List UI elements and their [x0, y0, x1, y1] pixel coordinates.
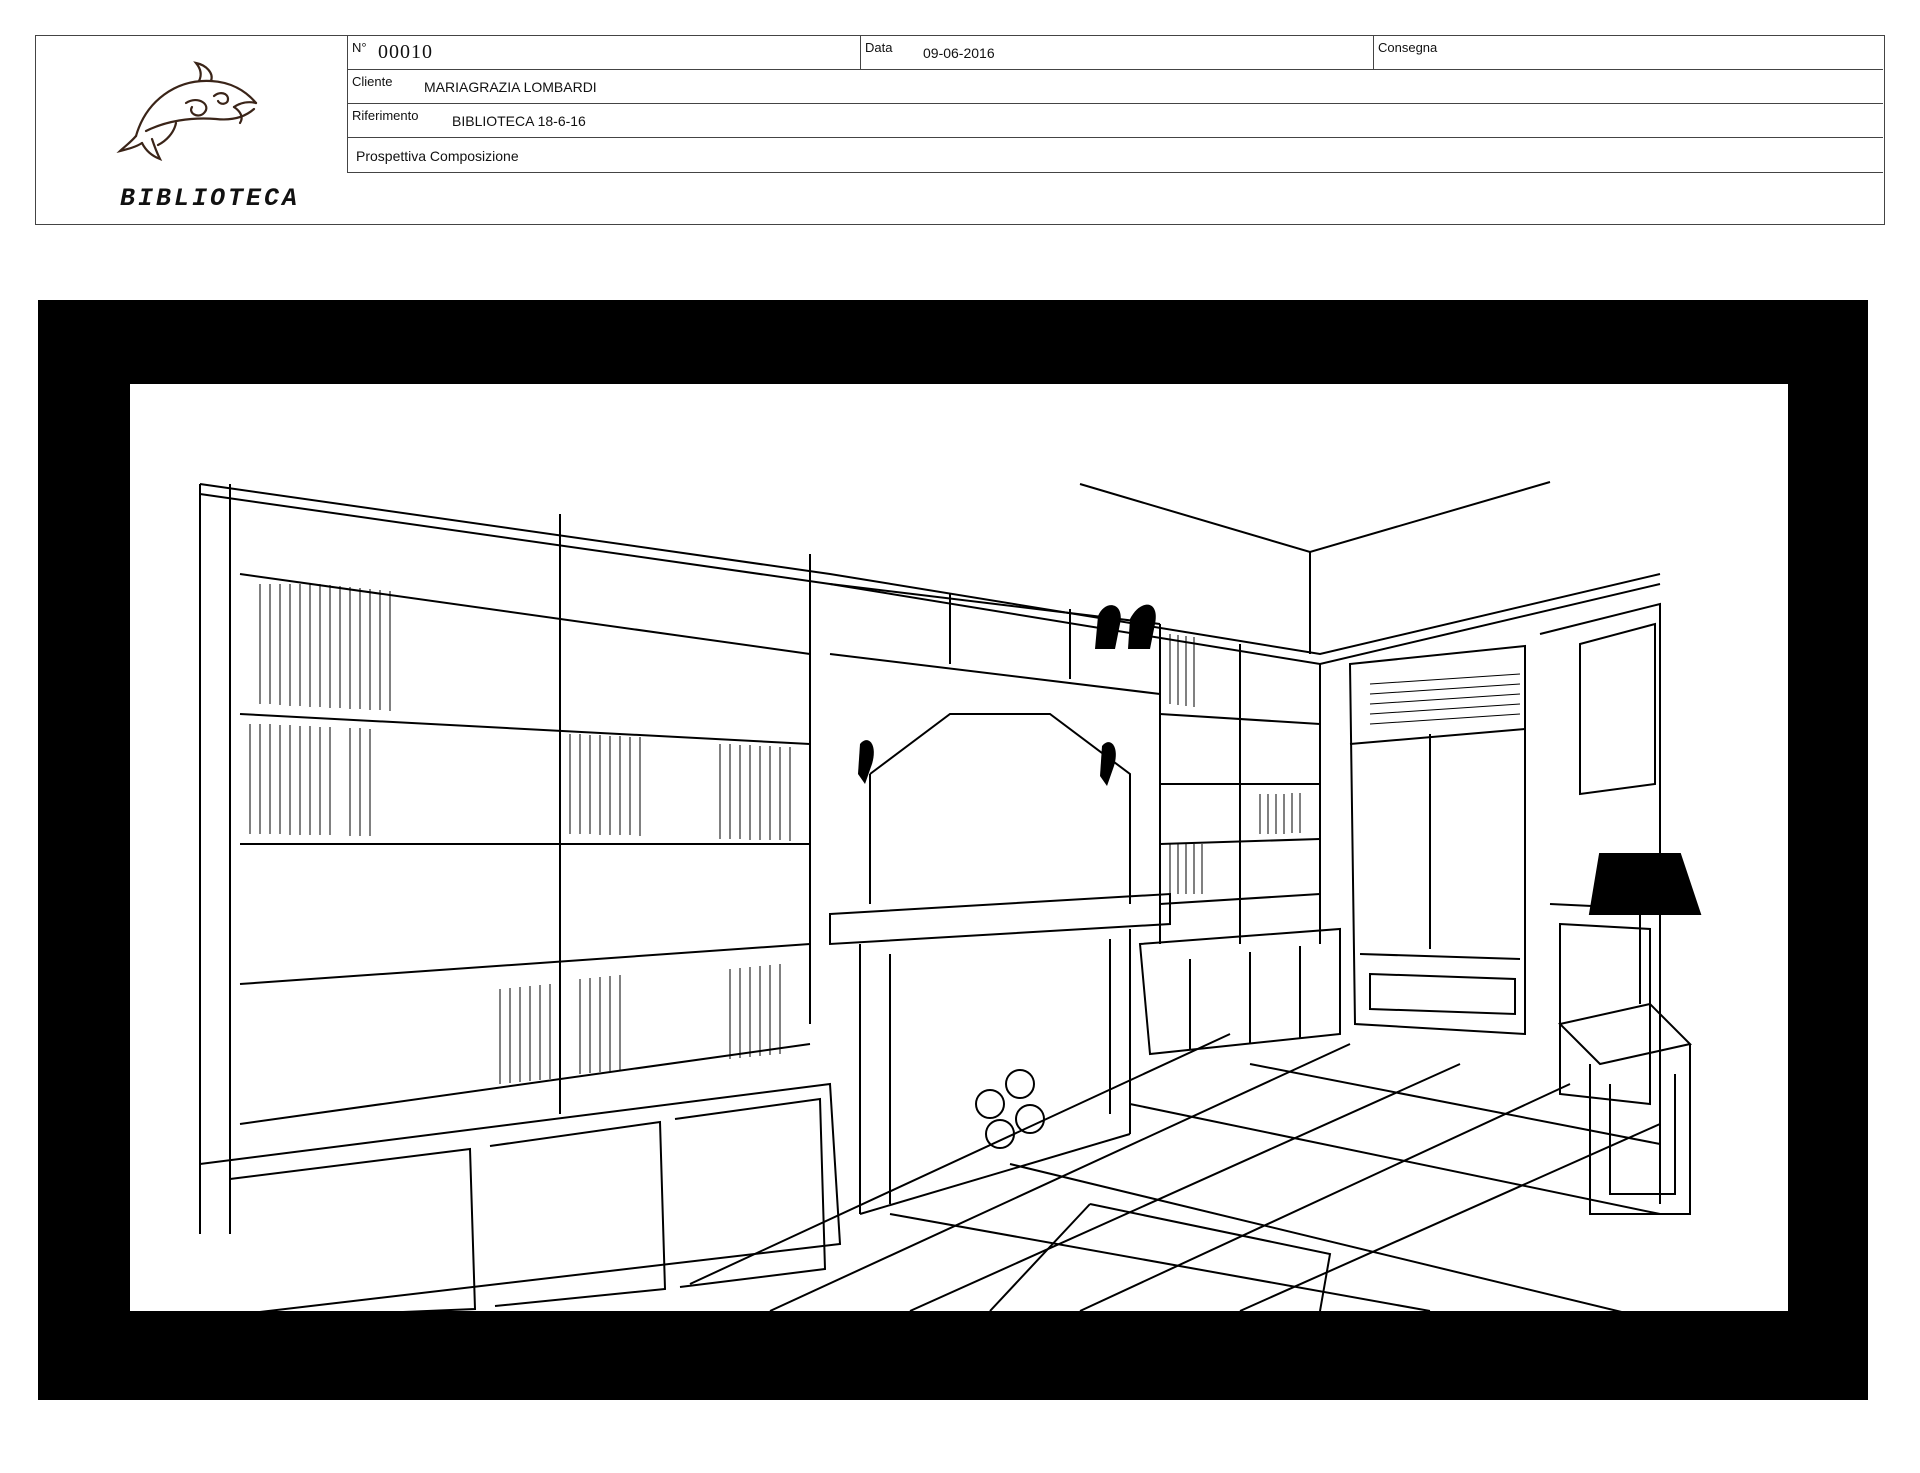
number-label: N° [352, 40, 367, 55]
library-perspective-drawing [199, 481, 1702, 1311]
number-cell: N° 00010 [348, 36, 861, 70]
title-block: N° 00010 Data 09-06-2016 Consegna Client… [35, 35, 1885, 225]
reference-value: BIBLIOTECA 18-6-16 [452, 113, 586, 129]
reference-label: Riferimento [352, 108, 419, 123]
dolphin-logo-icon [116, 61, 258, 161]
logo-cell [36, 36, 348, 173]
header-row-client: Cliente MARIAGRAZIA LOMBARDI [348, 70, 1883, 104]
date-label: Data [865, 40, 893, 55]
client-value: MARIAGRAZIA LOMBARDI [424, 79, 597, 95]
drawing-area [130, 384, 1788, 1311]
date-value: 09-06-2016 [923, 45, 995, 61]
header-row-view: Prospettiva Composizione [348, 139, 1883, 173]
delivery-cell: Consegna [1374, 36, 1883, 70]
view-description: Prospettiva Composizione [356, 148, 519, 164]
project-title: BIBLIOTECA [120, 184, 301, 213]
delivery-label: Consegna [1378, 40, 1438, 55]
number-value: 00010 [378, 41, 433, 63]
header-row-1: N° 00010 Data 09-06-2016 Consegna [348, 36, 1883, 70]
client-label: Cliente [352, 74, 393, 89]
drawing-frame [38, 300, 1868, 1400]
header-row-reference: Riferimento BIBLIOTECA 18-6-16 [348, 104, 1883, 138]
date-cell: Data 09-06-2016 [861, 36, 1374, 70]
